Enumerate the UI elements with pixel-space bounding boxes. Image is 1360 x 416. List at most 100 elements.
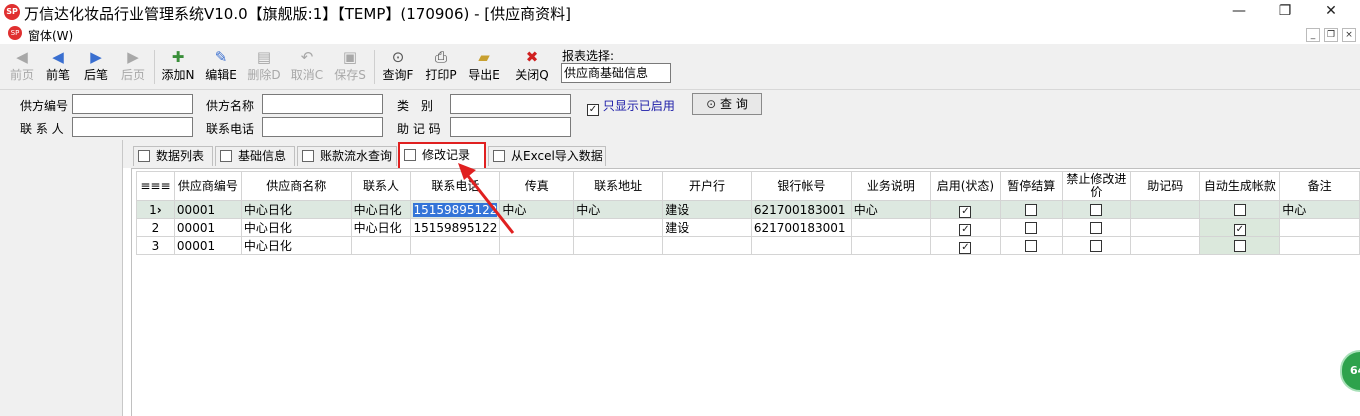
cell-enabled-checkbox[interactable]: ✓ — [930, 200, 1001, 219]
prev-record-button[interactable]: ◀ 前笔 — [38, 47, 78, 87]
splitter[interactable] — [122, 140, 123, 416]
row-number[interactable]: 3 — [136, 236, 175, 255]
query-button[interactable]: ⊙ 查 询 — [692, 93, 762, 115]
cell-nomod-checkbox[interactable] — [1061, 236, 1132, 255]
cell-phone[interactable]: 15159895122 — [410, 218, 501, 237]
cell-name[interactable]: 中心日化 — [240, 200, 352, 219]
last-page-button[interactable]: ▶ 后页 — [113, 47, 153, 87]
mdi-restore-button[interactable]: ❐ — [1324, 28, 1338, 42]
grid-corner-icon[interactable]: ≡≡≡ — [136, 171, 175, 201]
col-header[interactable]: 业务说明 — [850, 171, 932, 201]
cell-fax[interactable]: 中心 — [499, 200, 575, 219]
cell-address[interactable] — [573, 236, 664, 255]
cell-contact[interactable]: 中心日化 — [350, 200, 412, 219]
memo-code-input[interactable] — [450, 117, 571, 137]
query-toolbar-button[interactable]: ⊙ 查询F — [378, 47, 418, 87]
tab-basic-info[interactable]: 基础信息 — [215, 146, 295, 166]
tab-data-list[interactable]: 数据列表 — [133, 146, 213, 166]
col-header[interactable]: 银行帐号 — [750, 171, 852, 201]
first-page-button[interactable]: ◀ 前页 — [2, 47, 42, 87]
col-header[interactable]: 备注 — [1279, 171, 1360, 201]
cell-paused-checkbox[interactable] — [999, 236, 1063, 255]
export-button[interactable]: ▰ 导出E — [464, 47, 504, 87]
minimize-button[interactable]: — — [1216, 0, 1262, 24]
close-button[interactable]: ✖ 关闭Q — [512, 47, 552, 87]
cell-phone[interactable]: 15159895122 — [410, 200, 501, 219]
col-header[interactable]: 传真 — [499, 171, 575, 201]
cell-bank[interactable]: 建设 — [662, 200, 752, 219]
cell-auto-checkbox[interactable]: ✓ — [1199, 218, 1281, 237]
next-record-button[interactable]: ▶ 后笔 — [76, 47, 116, 87]
cell-enabled-checkbox[interactable]: ✓ — [930, 236, 1001, 255]
cell-nomod-checkbox[interactable] — [1061, 218, 1132, 237]
only-enabled-checkbox[interactable]: ✓ 只显示已启用 — [587, 97, 675, 116]
col-header[interactable]: 供应商编号 — [173, 171, 242, 201]
col-header[interactable]: 联系地址 — [573, 171, 664, 201]
cell-code[interactable]: 00001 — [173, 200, 242, 219]
table-row[interactable]: 2 00001 中心日化 中心日化 15159895122 建设 621700183001 ✓… — [136, 218, 1360, 237]
contact-input[interactable] — [72, 117, 193, 137]
cell-nomod-checkbox[interactable] — [1061, 200, 1132, 219]
add-button[interactable]: ✚ 添加N — [158, 47, 198, 87]
cell-fax[interactable] — [499, 218, 575, 237]
table-row[interactable]: 1› 00001 中心日化 中心日化 15159895122 中心 中心 建设 62170018… — [136, 200, 1360, 219]
cell-remark[interactable]: 中心 — [1279, 200, 1360, 219]
cell-memo[interactable] — [1130, 236, 1201, 255]
cell-memo[interactable] — [1130, 200, 1201, 219]
cancel-button[interactable]: ↶ 取消C — [287, 47, 327, 87]
cell-auto-checkbox[interactable] — [1199, 200, 1281, 219]
report-select-input[interactable]: 供应商基础信息 — [561, 63, 671, 83]
cell-paused-checkbox[interactable] — [999, 200, 1063, 219]
cell-name[interactable]: 中心日化 — [240, 236, 352, 255]
print-button[interactable]: ⎙ 打印P — [421, 47, 461, 87]
col-header[interactable]: 开户行 — [662, 171, 752, 201]
cell-memo[interactable] — [1130, 218, 1201, 237]
cell-contact[interactable]: 中心日化 — [350, 218, 412, 237]
row-number[interactable]: 1› — [136, 200, 175, 219]
cell-paused-checkbox[interactable] — [999, 218, 1063, 237]
cell-account[interactable]: 621700183001 — [750, 200, 852, 219]
col-header[interactable]: 自动生成帐款 — [1199, 171, 1281, 201]
close-window-button[interactable]: ✕ — [1308, 0, 1354, 24]
cell-address[interactable] — [573, 218, 664, 237]
delete-button[interactable]: ▤ 删除D — [244, 47, 284, 87]
col-header[interactable]: 供应商名称 — [240, 171, 352, 201]
cell-desc[interactable]: 中心 — [850, 200, 932, 219]
col-header[interactable]: 启用(状态) — [930, 171, 1001, 201]
cell-account[interactable] — [750, 236, 852, 255]
cell-address[interactable]: 中心 — [573, 200, 664, 219]
cell-desc[interactable] — [850, 218, 932, 237]
supplier-name-input[interactable] — [262, 94, 383, 114]
cell-code[interactable]: 00001 — [173, 218, 242, 237]
cell-name[interactable]: 中心日化 — [240, 218, 352, 237]
col-header[interactable]: 禁止修改进价 — [1061, 171, 1132, 201]
row-number[interactable]: 2 — [136, 218, 175, 237]
edit-button[interactable]: ✎ 编辑E — [201, 47, 241, 87]
tab-change-log[interactable]: 修改记录 — [398, 142, 486, 168]
save-button[interactable]: ▣ 保存S — [330, 47, 370, 87]
col-header[interactable]: 助记码 — [1130, 171, 1201, 201]
mdi-minimize-button[interactable]: _ — [1306, 28, 1320, 42]
mdi-close-button[interactable]: × — [1342, 28, 1356, 42]
col-header[interactable]: 暂停结算 — [999, 171, 1063, 201]
tab-account-flow[interactable]: 账款流水查询 — [297, 146, 397, 166]
cell-auto-checkbox[interactable] — [1199, 236, 1281, 255]
cell-account[interactable]: 621700183001 — [750, 218, 852, 237]
cell-contact[interactable] — [350, 236, 412, 255]
category-input[interactable] — [450, 94, 571, 114]
cell-remark[interactable] — [1279, 236, 1360, 255]
cell-phone[interactable] — [410, 236, 501, 255]
cell-enabled-checkbox[interactable]: ✓ — [930, 218, 1001, 237]
tab-excel-import[interactable]: 从Excel导入数据 — [488, 146, 606, 166]
menu-window[interactable]: 窗体(W) — [28, 27, 73, 44]
supplier-no-input[interactable] — [72, 94, 193, 114]
col-header[interactable]: 联系电话 — [410, 171, 501, 201]
table-row[interactable]: 3 00001 中心日化 ✓ — [136, 236, 1360, 255]
cell-desc[interactable] — [850, 236, 932, 255]
cell-fax[interactable] — [499, 236, 575, 255]
phone-input[interactable] — [262, 117, 383, 137]
cell-remark[interactable] — [1279, 218, 1360, 237]
col-header[interactable]: 联系人 — [350, 171, 412, 201]
cell-code[interactable]: 00001 — [173, 236, 242, 255]
cell-bank[interactable]: 建设 — [662, 218, 752, 237]
